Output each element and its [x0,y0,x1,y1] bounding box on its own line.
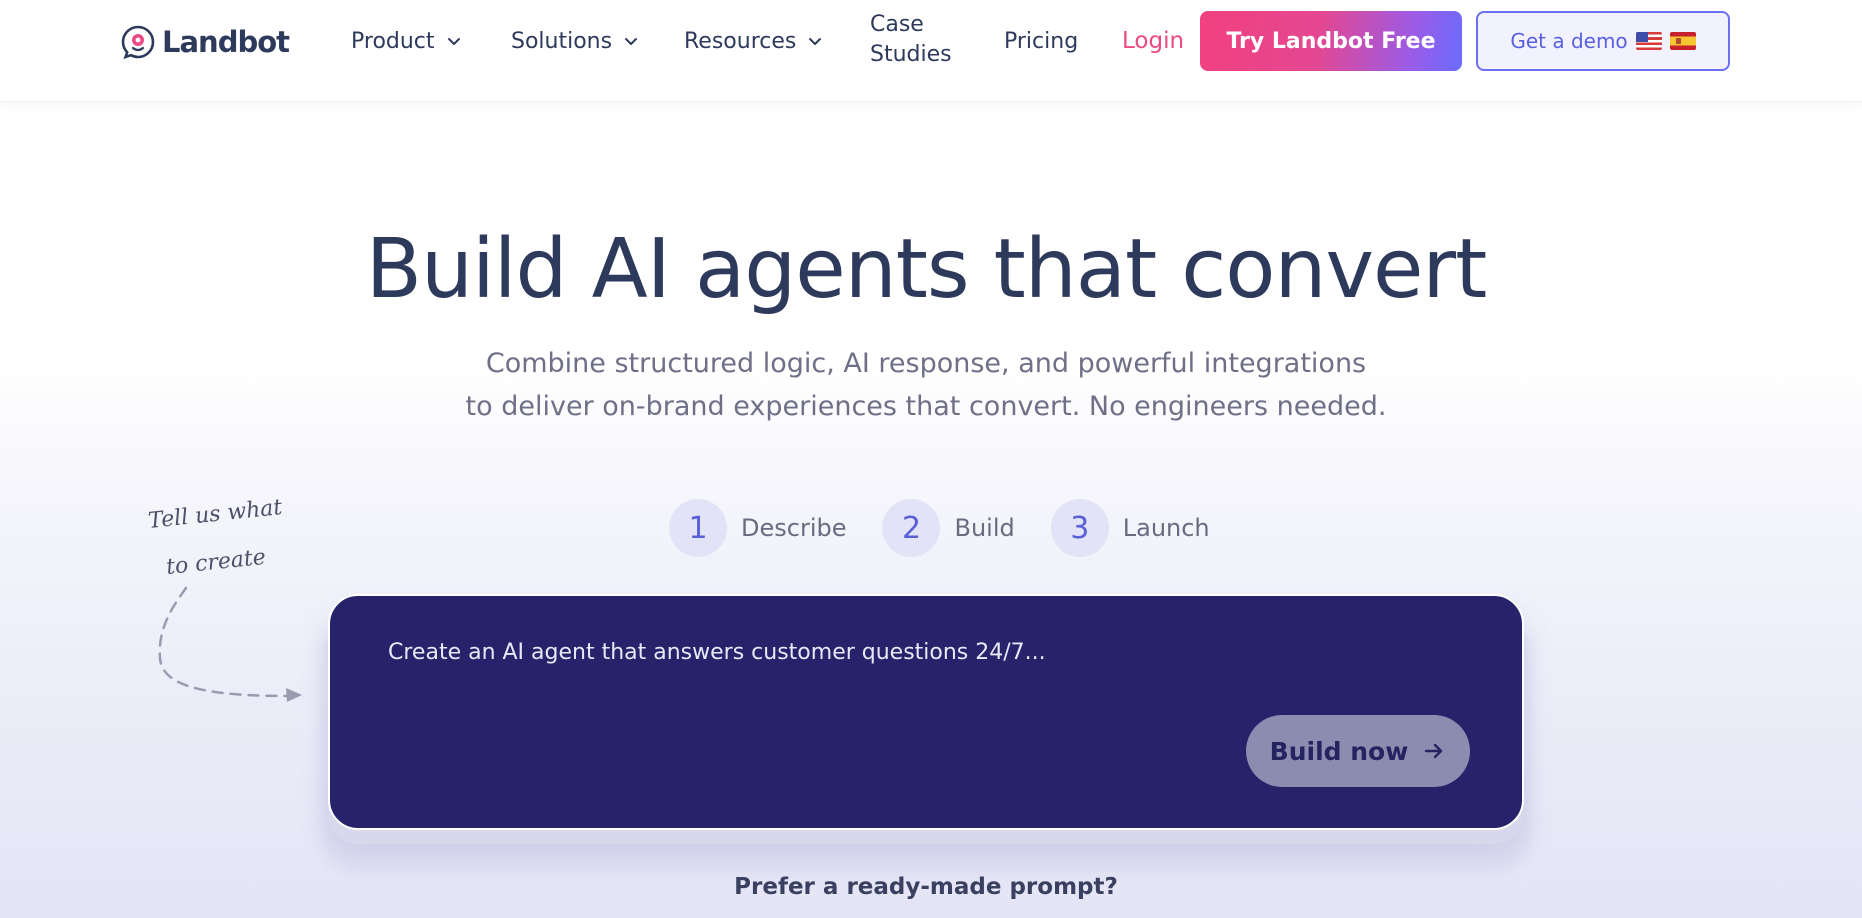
step-describe: 1 Describe [669,499,846,557]
step-label: Describe [741,514,847,542]
nav-case-studies-line1: Case [870,12,924,37]
step-label: Launch [1122,514,1210,542]
nav-resources[interactable]: Resources [684,0,822,82]
hand-note-line1: Tell us what [147,495,284,534]
nav-case-studies[interactable]: Case Studies [870,10,980,70]
login-link[interactable]: Login [1122,0,1184,82]
nav-pricing[interactable]: Pricing [1004,0,1078,82]
build-now-label: Build now [1269,736,1409,766]
nav-pricing-label: Pricing [1004,28,1079,54]
site-header: Landbot Product Solutions Resources Case… [0,0,1862,102]
nav-case-studies-line2: Studies [870,42,952,67]
step-launch: 3 Launch [1050,499,1210,557]
chevron-down-icon [809,38,822,45]
landbot-logo[interactable]: Landbot [120,22,290,62]
steps-indicator: 1 Describe 2 Build 3 Launch [669,499,1246,557]
flag-us-icon [1635,32,1662,50]
nav-solutions[interactable]: Solutions [511,0,638,82]
nav-solutions-label: Solutions [511,28,613,54]
get-demo-button[interactable]: Get a demo [1476,11,1730,71]
chevron-down-icon [447,38,460,45]
build-now-button[interactable]: Build now [1246,715,1470,787]
curved-arrow-icon [158,586,302,702]
step-build: 2 Build [882,499,1015,557]
nav-product-label: Product [351,28,435,54]
landbot-logo-icon [121,25,155,60]
step-label: Build [954,514,1015,542]
hand-note-line2: to create [164,544,267,581]
flag-es-icon [1669,32,1696,50]
nav-resources-label: Resources [684,28,797,54]
hero-title: Build AI agents that convert [365,222,1488,317]
get-demo-label: Get a demo [1510,29,1628,53]
chevron-down-icon [625,38,638,45]
step-number: 2 [882,499,941,557]
ready-made-prompt-heading: Prefer a ready-made prompt? [734,874,1118,900]
hero-subtitle-line1: Combine structured logic, AI response, a… [485,348,1367,379]
nav-product[interactable]: Product [351,0,461,82]
step-number: 1 [669,499,727,557]
arrow-right-icon [1425,743,1443,759]
step-number: 3 [1050,499,1109,557]
try-free-button[interactable]: Try Landbot Free [1200,11,1462,71]
logo-text: Landbot [162,25,290,59]
hero-subtitle-line2: to deliver on-brand experiences that con… [465,391,1387,422]
prompt-input[interactable] [328,594,1524,830]
prompt-placeholder[interactable]: Create an AI agent that answers customer… [388,640,1046,665]
hero-subtitle: Combine structured logic, AI response, a… [0,342,1852,428]
